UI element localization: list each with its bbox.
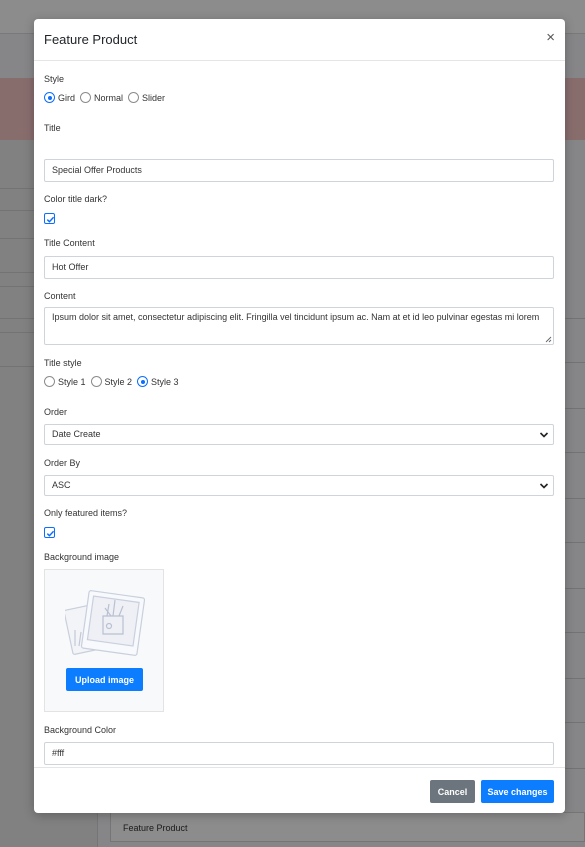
only-featured-checkbox[interactable] bbox=[44, 527, 55, 538]
radio-label: Style 3 bbox=[151, 376, 179, 387]
color-title-dark-label: Color title dark? bbox=[44, 194, 108, 204]
save-changes-button[interactable]: Save changes bbox=[481, 780, 554, 803]
background-image-label: Background image bbox=[44, 552, 120, 562]
background-image-box: Upload image bbox=[44, 569, 164, 712]
upload-image-button[interactable]: Upload image bbox=[66, 668, 143, 691]
checkmark-icon bbox=[46, 530, 55, 537]
radio-label: Style 2 bbox=[104, 376, 133, 387]
chevron-down-icon bbox=[539, 483, 549, 489]
cancel-button[interactable]: Cancel bbox=[430, 780, 475, 803]
order-label: Order bbox=[44, 407, 68, 417]
title-style-radio-1[interactable]: Style 1 bbox=[44, 376, 86, 387]
title-style-label: Title style bbox=[44, 358, 82, 368]
order-select-value: Date Create bbox=[52, 429, 101, 439]
chevron-down-icon bbox=[539, 432, 549, 438]
style-label: Style bbox=[44, 74, 65, 84]
background-color-label: Background Color bbox=[44, 725, 117, 735]
radio-label: Slider bbox=[142, 92, 166, 103]
title-style-radio-2[interactable]: Style 2 bbox=[90, 376, 133, 387]
modal-footer: Cancel Save changes bbox=[34, 767, 565, 813]
radio-label: Gird bbox=[58, 92, 76, 103]
title-input[interactable]: Special Offer Products bbox=[44, 159, 554, 182]
order-by-select[interactable]: ASC bbox=[44, 475, 554, 496]
content-textarea[interactable]: Ipsum dolor sit amet, consectetur adipis… bbox=[44, 307, 554, 345]
title-content-input[interactable]: Hot Offer bbox=[44, 256, 554, 279]
radio-checked-icon[interactable] bbox=[137, 376, 149, 387]
only-featured-label: Only featured items? bbox=[44, 508, 128, 518]
order-by-label: Order By bbox=[44, 458, 81, 468]
background-color-input[interactable]: #fff bbox=[44, 742, 554, 765]
radio-label: Normal bbox=[94, 92, 124, 103]
resize-grip-icon[interactable] bbox=[544, 335, 552, 343]
content-label: Content bbox=[44, 291, 76, 301]
color-title-dark-checkbox[interactable] bbox=[44, 213, 55, 224]
checkmark-icon bbox=[46, 216, 55, 223]
title-content-label: Title Content bbox=[44, 238, 95, 248]
modal-title: Feature Product bbox=[44, 32, 138, 47]
order-select[interactable]: Date Create bbox=[44, 424, 554, 445]
title-label: Title bbox=[44, 123, 61, 133]
title-style-radio-3[interactable]: Style 3 bbox=[137, 376, 179, 387]
style-radio-normal[interactable]: Normal bbox=[80, 92, 123, 103]
style-radio-slider[interactable]: Slider bbox=[128, 92, 165, 103]
order-by-select-value: ASC bbox=[52, 480, 71, 490]
image-placeholder-icon bbox=[65, 590, 145, 656]
close-icon[interactable]: × bbox=[546, 30, 555, 45]
style-radio-gird[interactable]: Gird bbox=[44, 92, 75, 103]
style-radio-group: Gird Normal Slider bbox=[44, 91, 170, 104]
radio-label: Style 1 bbox=[58, 376, 86, 387]
title-style-radio-group: Style 1 Style 2 Style 3 bbox=[44, 375, 184, 388]
modal-header: Feature Product × bbox=[34, 19, 565, 61]
radio-unchecked-icon[interactable] bbox=[80, 92, 92, 103]
feature-product-modal: Feature Product × Style Gird Normal Slid… bbox=[34, 19, 565, 813]
radio-unchecked-icon[interactable] bbox=[90, 376, 102, 387]
radio-unchecked-icon[interactable] bbox=[128, 92, 140, 103]
radio-unchecked-icon[interactable] bbox=[44, 376, 55, 387]
radio-checked-icon[interactable] bbox=[44, 92, 55, 103]
content-text: Ipsum dolor sit amet, consectetur adipis… bbox=[52, 312, 540, 322]
